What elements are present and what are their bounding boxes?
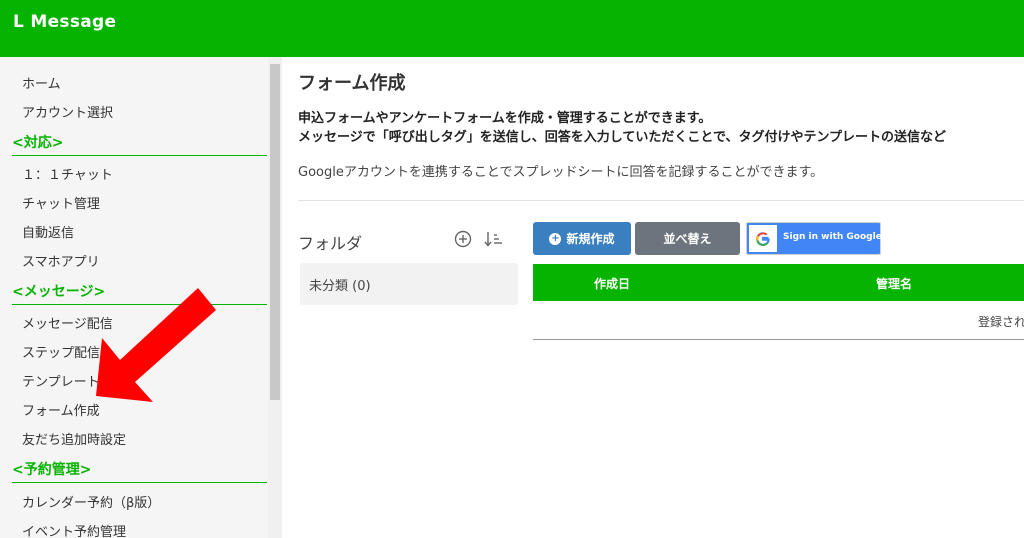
table-bottom-border xyxy=(533,339,1024,340)
sidebar-item-smartphone-app[interactable]: スマホアプリ xyxy=(22,251,100,270)
app-title[interactable]: L Message xyxy=(13,12,116,32)
sort-icon[interactable] xyxy=(484,230,504,248)
column-created-date[interactable]: 作成日 xyxy=(594,275,630,292)
sidebar-item-auto-reply[interactable]: 自動返信 xyxy=(22,222,74,241)
sidebar-item-calendar-reservation[interactable]: カレンダー予約（β版） xyxy=(22,492,160,511)
sidebar-item-chat-management[interactable]: チャット管理 xyxy=(22,193,100,212)
sidebar-section-message: <メッセージ> xyxy=(12,281,267,305)
sidebar-item-chat[interactable]: １：１チャット xyxy=(22,164,113,183)
google-sign-in-button[interactable]: Sign in with Google xyxy=(746,222,882,255)
plus-circle-icon[interactable] xyxy=(454,230,472,248)
sidebar-item-message-delivery[interactable]: メッセージ配信 xyxy=(22,313,113,332)
description-google: Googleアカウントを連携することでスプレッドシートに回答を記録することができ… xyxy=(298,165,824,180)
folder-item-uncategorized[interactable]: 未分類 (0) xyxy=(300,263,518,305)
table-empty-message: 登録され xyxy=(978,315,1024,329)
description-line-2: メッセージで「呼び出しタグ」を送信し、回答を入力していただくことで、タグ付けやテ… xyxy=(298,130,947,145)
new-form-label: 新規作成 xyxy=(566,232,615,246)
sidebar-item-event-reservation[interactable]: イベント予約管理 xyxy=(22,521,126,538)
sort-label: 並べ替え xyxy=(663,232,712,246)
google-sign-in-label: Sign in with Google xyxy=(783,232,882,242)
sidebar-scrollbar-thumb[interactable] xyxy=(270,64,280,400)
sidebar-section-support: <対応> xyxy=(12,132,267,156)
sidebar: ホーム アカウント選択 <対応> １：１チャット チャット管理 自動返信 スマホ… xyxy=(0,57,268,538)
new-form-button[interactable]: + 新規作成 xyxy=(533,222,631,255)
divider xyxy=(298,200,1024,201)
google-logo-icon xyxy=(749,225,777,252)
top-bar: L Message xyxy=(0,0,1024,57)
column-management-name[interactable]: 管理名 xyxy=(876,275,912,292)
sidebar-item-form-create[interactable]: フォーム作成 xyxy=(22,400,100,419)
page-title: フォーム作成 xyxy=(298,73,406,94)
sidebar-section-reservation: <予約管理> xyxy=(12,459,267,483)
sidebar-item-home[interactable]: ホーム xyxy=(22,73,61,92)
sidebar-item-step-delivery[interactable]: ステップ配信 xyxy=(22,342,100,361)
main-content: フォーム作成 申込フォームやアンケートフォームを作成・管理することができます。 … xyxy=(282,57,1024,538)
folder-title: フォルダ xyxy=(298,234,363,253)
folder-item-label: 未分類 (0) xyxy=(309,279,371,294)
table-header: 作成日 管理名 xyxy=(533,264,1024,301)
sidebar-item-friend-add-settings[interactable]: 友だち追加時設定 xyxy=(22,429,126,448)
sidebar-item-template[interactable]: テンプレート xyxy=(22,371,100,390)
plus-icon: + xyxy=(549,232,562,245)
sort-button[interactable]: 並べ替え xyxy=(635,222,740,255)
sidebar-item-account-select[interactable]: アカウント選択 xyxy=(22,102,113,121)
description-line-1: 申込フォームやアンケートフォームを作成・管理することができます。 xyxy=(298,111,712,126)
